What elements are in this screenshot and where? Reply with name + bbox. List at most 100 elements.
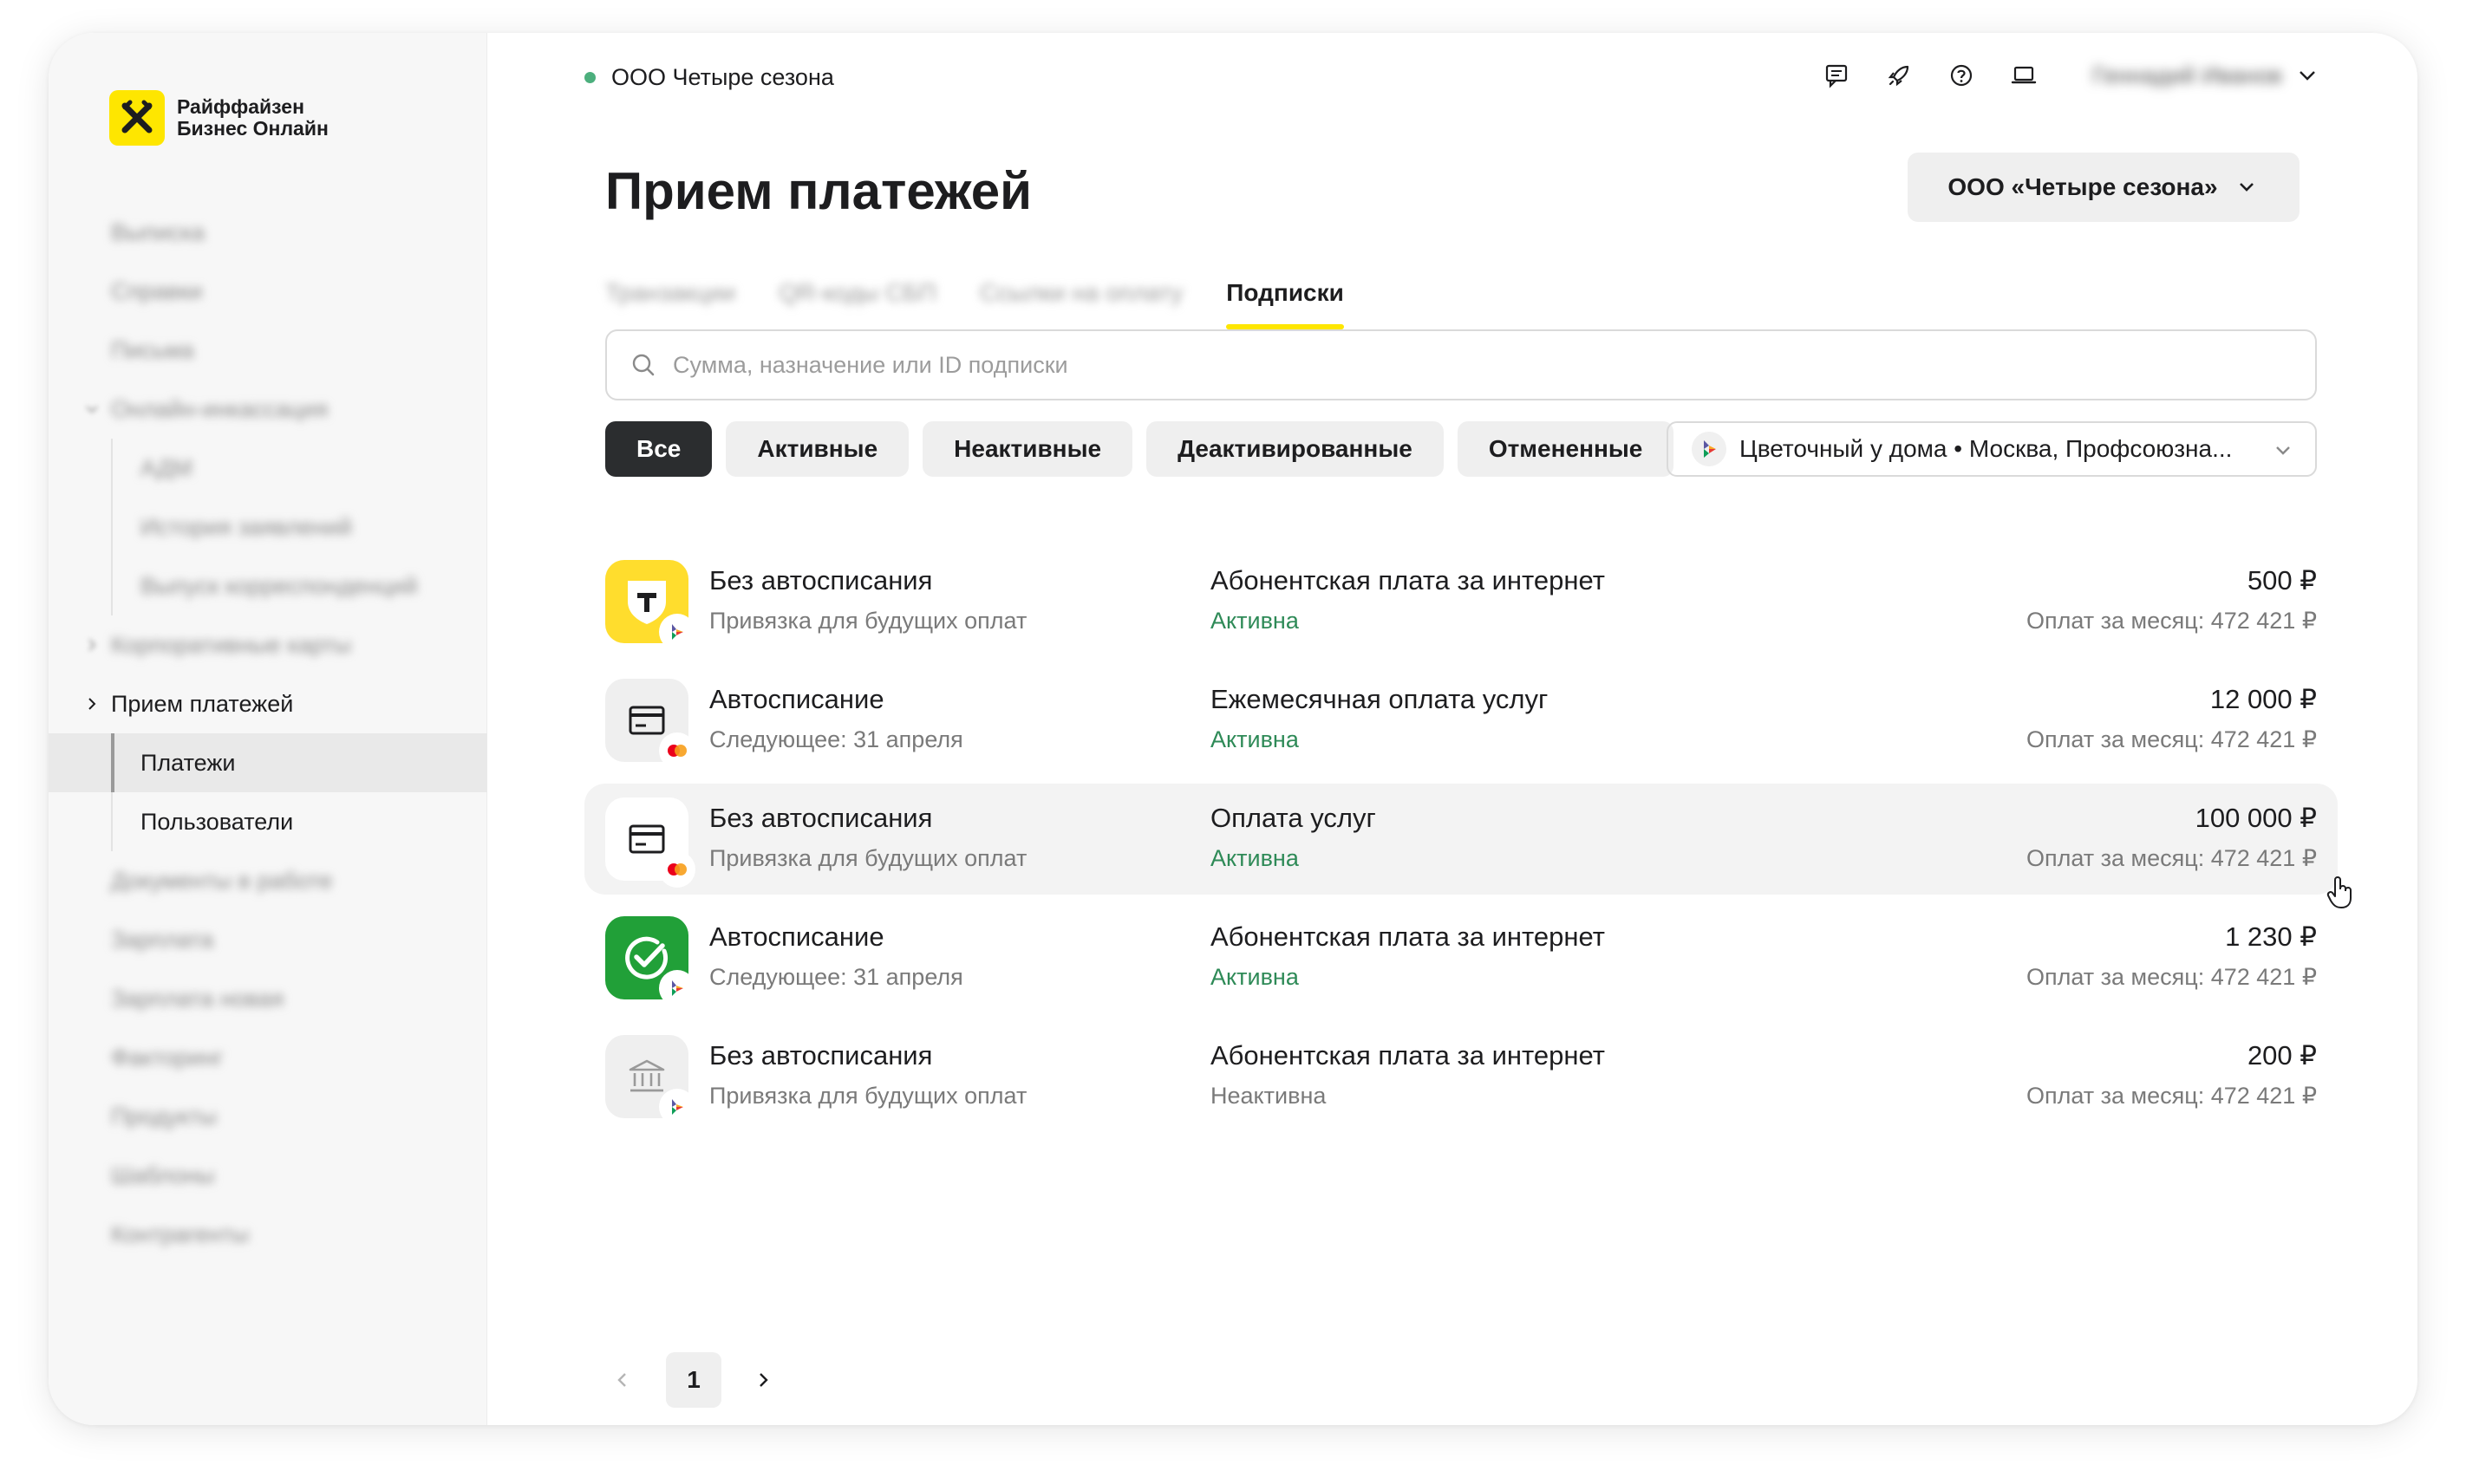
subscription-amount: 100 000 ₽	[2195, 803, 2317, 833]
logo[interactable]: Райффайзен Бизнес Онлайн	[109, 90, 329, 146]
sidebar-item-label: История заявлений	[140, 513, 352, 540]
next-page-button[interactable]	[746, 1363, 780, 1397]
company-select[interactable]: ООО «Четыре сезона»	[1908, 153, 2300, 222]
store-name: Цветочный у дома	[1739, 435, 1947, 462]
sidebar-item-history[interactable]: История заявлений	[49, 498, 487, 556]
sidebar-item-salary-new[interactable]: Зарплата новая	[49, 969, 487, 1028]
subscription-amount-cell: 200 ₽ Оплат за месяц: 472 421 ₽	[2026, 1038, 2317, 1113]
main-content: ООО Четыре сезона Геннадий Иванов Прием …	[487, 33, 2417, 1425]
filter-inactive[interactable]: Неактивные	[923, 421, 1133, 477]
rocket-icon[interactable]	[1882, 59, 1915, 92]
sidebar-item-label: Факторинг	[111, 1044, 224, 1071]
tab-label: Подписки	[1226, 279, 1344, 306]
search-input[interactable]	[673, 351, 2234, 379]
sidebar-item-corporate-cards[interactable]: Корпоративные карты	[49, 615, 487, 674]
sidebar-item-letters[interactable]: Письма	[49, 321, 487, 380]
tab-transactions[interactable]: Транзакции	[605, 279, 735, 336]
page-title: Прием платежей	[605, 162, 1032, 220]
sidebar-item-issues[interactable]: Выпуск корреспонденций	[49, 556, 487, 615]
tabs: Транзакции QR-коды СБП Ссылки на оплату …	[605, 279, 1387, 336]
prev-page-button[interactable]	[605, 1363, 640, 1397]
subscription-purpose-cell: Ежемесячная оплата услуг Активна	[1210, 682, 1548, 757]
sidebar-item-factoring[interactable]: Факторинг	[49, 1028, 487, 1087]
current-company-name: ООО Четыре сезона	[611, 64, 834, 90]
sidebar-item-payments[interactable]: Платежи	[49, 733, 487, 792]
tab-payment-links[interactable]: Ссылки на оплату	[980, 279, 1183, 336]
pagination: 1	[605, 1352, 780, 1408]
subscription-row[interactable]: Автосписание Следующее: 31 апреля Ежемес…	[584, 665, 2338, 776]
help-icon[interactable]	[1945, 59, 1978, 92]
brand-line-1: Райффайзен	[177, 95, 304, 118]
sidebar-item-encashment[interactable]: Онлайн-инкассация	[49, 380, 487, 439]
sidebar-item-label: Корпоративные карты	[111, 631, 352, 658]
sidebar-item-label: Контрагенты	[111, 1220, 250, 1247]
chevron-down-icon	[2239, 183, 2254, 192]
bank-building-icon	[605, 1035, 694, 1123]
user-name[interactable]: Геннадий Иванов	[2092, 62, 2282, 89]
subscription-row[interactable]: Без автосписания Привязка для будущих оп…	[584, 1021, 2338, 1132]
chevron-right-icon	[760, 1373, 768, 1387]
subscription-subtitle: Привязка для будущих оплат	[709, 1083, 1028, 1109]
current-company: ООО Четыре сезона	[584, 64, 834, 91]
chat-icon[interactable]	[1820, 59, 1853, 92]
topbar-actions: Геннадий Иванов	[1791, 59, 2320, 92]
subscription-type: Без автосписания	[709, 1040, 933, 1071]
sidebar-item-adm[interactable]: АДМ	[49, 439, 487, 498]
chevron-down-icon[interactable]	[2294, 62, 2320, 88]
sidebar-item-certificates[interactable]: Справки	[49, 262, 487, 321]
sidebar-item-label: Онлайн-инкассация	[111, 395, 329, 422]
subscription-purpose: Оплата услуг	[1210, 803, 1376, 833]
subscription-purpose-cell: Оплата услуг Активна	[1210, 801, 1376, 875]
filter-cancelled[interactable]: Отмененные	[1457, 421, 1674, 477]
filter-all[interactable]: Все	[605, 421, 713, 477]
chevron-right-icon	[88, 639, 96, 651]
sbp-logo-icon	[1692, 432, 1726, 466]
tab-subscriptions[interactable]: Подписки	[1226, 279, 1344, 336]
status-badge: Неактивна	[1210, 1083, 1327, 1109]
separator-dot: •	[1954, 435, 1969, 462]
subscription-monthly: Оплат за месяц: 472 421 ₽	[2026, 608, 2317, 634]
store-address: Москва, Профсоюзна...	[1968, 435, 2233, 462]
sidebar-item-documents[interactable]: Документы в работе	[49, 851, 487, 910]
sidebar-item-statement[interactable]: Выписка	[49, 203, 487, 262]
subscription-amount-cell: 12 000 ₽ Оплат за месяц: 472 421 ₽	[2026, 682, 2317, 757]
sidebar-item-salary[interactable]: Зарплата	[49, 910, 487, 969]
subscription-purpose: Абонентская плата за интернет	[1210, 921, 1605, 952]
status-badge: Активна	[1210, 726, 1299, 752]
subscription-type: Без автосписания	[709, 565, 933, 596]
brand-line-2: Бизнес Онлайн	[177, 117, 329, 140]
company-select-label: ООО «Четыре сезона»	[1947, 173, 2218, 200]
subscription-row[interactable]: Без автосписания Привязка для будущих оп…	[584, 546, 2338, 657]
filter-active[interactable]: Активные	[726, 421, 910, 477]
sidebar-item-counterparties[interactable]: Контрагенты	[49, 1205, 487, 1264]
subscription-row[interactable]: Без автосписания Привязка для будущих оп…	[584, 784, 2338, 895]
subscription-purpose: Абонентская плата за интернет	[1210, 1040, 1605, 1071]
laptop-icon[interactable]	[2007, 59, 2040, 92]
sidebar-item-label: Документы в работе	[111, 867, 333, 894]
subscription-row[interactable]: Автосписание Следующее: 31 апреля Абонен…	[584, 902, 2338, 1013]
sbp-logo-icon	[661, 1090, 694, 1123]
sidebar-item-label: Зарплата новая	[111, 985, 284, 1012]
chevron-down-icon	[86, 406, 98, 413]
page-number[interactable]: 1	[666, 1352, 721, 1408]
sidebar-item-payment-acceptance[interactable]: Прием платежей	[49, 674, 487, 733]
online-status-dot	[584, 72, 596, 83]
sidebar-item-templates[interactable]: Шаблоны	[49, 1146, 487, 1205]
subscription-subtitle: Следующее: 31 апреля	[709, 726, 963, 752]
subscription-type: Автосписание	[709, 684, 884, 714]
tab-label: Ссылки на оплату	[979, 279, 1184, 306]
sidebar-nav: Выписка Справки Письма Онлайн-инкассация…	[49, 203, 487, 1264]
filter-deactivated[interactable]: Деактивированные	[1146, 421, 1444, 477]
subscription-type-cell: Автосписание Следующее: 31 апреля	[709, 682, 963, 757]
subscription-type-cell: Без автосписания Привязка для будущих оп…	[709, 563, 1027, 638]
sidebar-item-products[interactable]: Продукты	[49, 1087, 487, 1146]
tab-qr-codes[interactable]: QR-коды СБП	[779, 279, 936, 336]
tab-label: Транзакции	[605, 279, 736, 306]
store-select[interactable]: Цветочный у дома • Москва, Профсоюзна...	[1667, 421, 2317, 477]
sidebar-item-label: Прием платежей	[111, 690, 294, 717]
subscription-amount-cell: 500 ₽ Оплат за месяц: 472 421 ₽	[2026, 563, 2317, 638]
sidebar-item-users[interactable]: Пользователи	[49, 792, 487, 851]
subscription-purpose: Ежемесячная оплата услуг	[1210, 684, 1549, 714]
subscription-subtitle: Привязка для будущих оплат	[709, 608, 1028, 634]
app-window: Райффайзен Бизнес Онлайн Выписка Справки…	[49, 33, 2417, 1425]
